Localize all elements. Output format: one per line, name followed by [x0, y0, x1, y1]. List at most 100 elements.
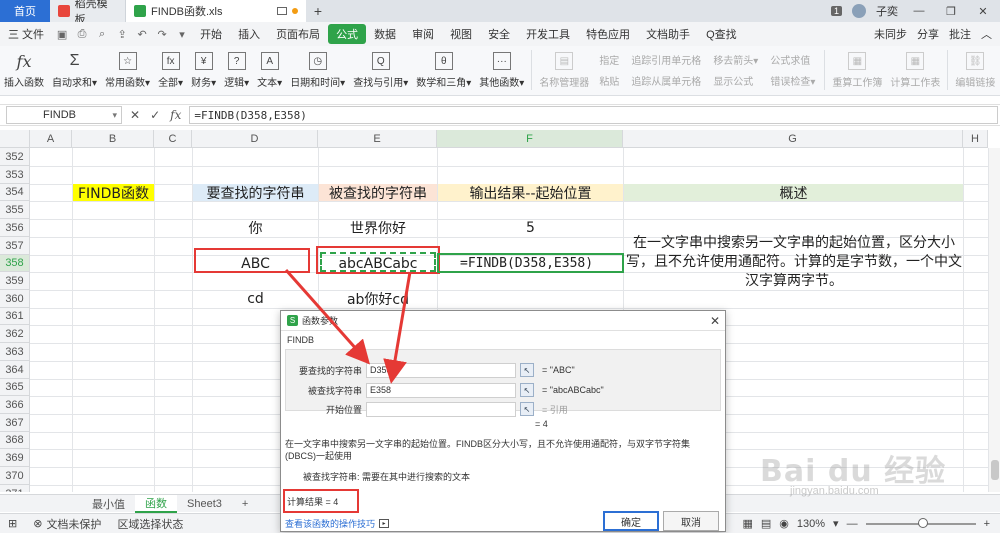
- column-header[interactable]: G: [623, 130, 963, 148]
- avatar[interactable]: [852, 4, 866, 18]
- sheet-tab-functions[interactable]: 函数: [135, 494, 177, 513]
- vertical-scrollbar[interactable]: [988, 148, 1000, 492]
- show-formulas-button[interactable]: 显示公式: [713, 73, 758, 88]
- zoom-level[interactable]: 130%: [797, 518, 825, 530]
- redo-icon[interactable]: ↷: [154, 26, 170, 42]
- user-name[interactable]: 子奕: [876, 3, 898, 19]
- print-icon[interactable]: ⎙: [74, 26, 90, 42]
- dialog-title-bar[interactable]: S 函数参数 ✕: [281, 311, 725, 331]
- ok-button[interactable]: 确定: [603, 511, 659, 531]
- name-box[interactable]: FINDB: [6, 106, 122, 124]
- autosum-button[interactable]: Σ 自动求和▾: [48, 50, 101, 89]
- column-header[interactable]: H: [963, 130, 988, 148]
- edit-links-button[interactable]: ⛓ 编辑链接: [951, 50, 999, 89]
- menu-search[interactable]: Q查找: [698, 26, 745, 42]
- evaluate-formula-button[interactable]: 公式求值: [770, 52, 815, 67]
- menu-start[interactable]: 开始: [192, 26, 230, 42]
- sheet-tab-min[interactable]: 最小值: [82, 495, 135, 513]
- row-header[interactable]: 363: [0, 343, 30, 361]
- zoom-in-icon[interactable]: +: [984, 518, 990, 530]
- cell-b354[interactable]: FINDB函数: [73, 184, 154, 202]
- finance-button[interactable]: ¥ 财务▾: [187, 50, 220, 89]
- menu-review[interactable]: 审阅: [404, 26, 442, 42]
- arg-input-start-num[interactable]: [366, 401, 516, 417]
- menu-layout[interactable]: 页面布局: [268, 26, 328, 42]
- define-button[interactable]: 指定: [599, 52, 619, 67]
- row-header[interactable]: 368: [0, 432, 30, 449]
- row-header[interactable]: 365: [0, 379, 30, 396]
- zoom-slider[interactable]: [865, 517, 976, 528]
- row-header[interactable]: 367: [0, 414, 30, 432]
- select-all-corner[interactable]: [0, 130, 30, 148]
- formula-input[interactable]: =FINDB(D358,E358): [189, 106, 998, 124]
- dialog-close-icon[interactable]: ✕: [705, 314, 725, 328]
- confirm-icon[interactable]: ✓: [150, 108, 160, 122]
- logic-button[interactable]: ? 逻辑▾: [220, 50, 253, 89]
- cancel-button[interactable]: 取消: [663, 511, 719, 531]
- row-header[interactable]: 362: [0, 325, 30, 343]
- close-window-icon[interactable]: ✕: [972, 5, 994, 18]
- row-header[interactable]: 369: [0, 449, 30, 467]
- tab-home[interactable]: 首页: [0, 0, 50, 22]
- cancel-icon[interactable]: ✕: [130, 108, 140, 122]
- menu-formula[interactable]: 公式: [328, 24, 367, 44]
- cell-d360[interactable]: cd: [193, 290, 318, 308]
- cell-g354[interactable]: 概述: [624, 184, 963, 202]
- column-header[interactable]: C: [154, 130, 192, 148]
- row-header[interactable]: 353: [0, 166, 30, 184]
- trace-precedents-button[interactable]: 追踪引用单元格: [631, 52, 701, 67]
- row-header[interactable]: 357: [0, 237, 30, 255]
- datetime-button[interactable]: ◷ 日期和时间▾: [286, 50, 349, 89]
- cell-e360[interactable]: ab你好cd: [319, 290, 437, 308]
- external-link-icon[interactable]: ▸: [379, 519, 390, 528]
- cell-f354[interactable]: 输出结果--起始位置: [438, 184, 623, 202]
- sheet-tab-sheet3[interactable]: Sheet3: [177, 495, 232, 513]
- restore-icon[interactable]: ❐: [940, 5, 962, 18]
- row-header[interactable]: 364: [0, 361, 30, 379]
- menu-doc-helper[interactable]: 文档助手: [638, 26, 698, 42]
- zoom-dropdown-icon[interactable]: ▾: [833, 517, 839, 530]
- lookup-button[interactable]: Q 查找与引用▾: [349, 50, 412, 89]
- annotate-button[interactable]: 批注: [949, 26, 971, 42]
- fx-icon[interactable]: fx: [170, 108, 181, 122]
- column-header[interactable]: F: [437, 130, 623, 148]
- cell-d354[interactable]: 要查找的字符串: [193, 184, 318, 202]
- recalc-workbook-button[interactable]: ▦ 重算工作簿: [828, 50, 886, 89]
- cell-e356[interactable]: 世界你好: [319, 219, 437, 237]
- description-text[interactable]: 在一文字串中搜索另一文字串的起始位置，区分大小写，且不允许使用通配符。计算的是字…: [624, 233, 964, 290]
- window-count-badge[interactable]: 1: [830, 6, 842, 16]
- range-select-icon[interactable]: ↖: [520, 402, 534, 416]
- insert-function-button[interactable]: fx 插入函数: [0, 50, 48, 90]
- doc-protect-status[interactable]: ⊗ 文档未保护: [25, 516, 109, 532]
- tab-file[interactable]: FINDB函数.xls: [126, 0, 306, 22]
- calc-sheet-button[interactable]: ▦ 计算工作表: [886, 50, 944, 89]
- math-button[interactable]: θ 数学和三角▾: [412, 50, 475, 89]
- row-header[interactable]: 354: [0, 184, 30, 201]
- arg-input-within-text[interactable]: E358: [366, 382, 516, 398]
- menu-security[interactable]: 安全: [480, 26, 518, 42]
- cell-d356[interactable]: 你: [193, 219, 318, 237]
- undo-icon[interactable]: ↶: [134, 26, 150, 42]
- column-header[interactable]: D: [192, 130, 318, 148]
- monitor-icon[interactable]: [277, 7, 287, 15]
- trace-dependents-button[interactable]: 追踪从属单元格: [631, 73, 701, 88]
- minimize-icon[interactable]: —: [908, 5, 930, 17]
- arg-input-find-text[interactable]: D358: [366, 362, 516, 378]
- all-functions-button[interactable]: fx 全部▾: [154, 50, 187, 89]
- column-header[interactable]: A: [30, 130, 72, 148]
- row-header[interactable]: 356: [0, 219, 30, 237]
- cell-f356[interactable]: 5: [438, 219, 623, 237]
- normal-view-icon[interactable]: ▦: [742, 517, 752, 530]
- export-icon[interactable]: ⇪: [114, 26, 130, 42]
- save-icon[interactable]: ▣: [54, 26, 70, 42]
- range-select-icon[interactable]: ↖: [520, 383, 534, 397]
- row-header[interactable]: 352: [0, 148, 30, 166]
- scroll-thumb[interactable]: [991, 460, 999, 480]
- dropdown-icon[interactable]: ▾: [174, 26, 190, 42]
- tab-template[interactable]: 稻壳模板: [50, 0, 126, 26]
- remove-arrows-button[interactable]: 移去箭头▾: [713, 52, 758, 67]
- other-functions-button[interactable]: ··· 其他函数▾: [475, 50, 528, 89]
- share-button[interactable]: 分享: [917, 26, 939, 42]
- error-check-button[interactable]: 错误检查▾: [770, 73, 815, 88]
- add-sheet-button[interactable]: +: [232, 495, 258, 513]
